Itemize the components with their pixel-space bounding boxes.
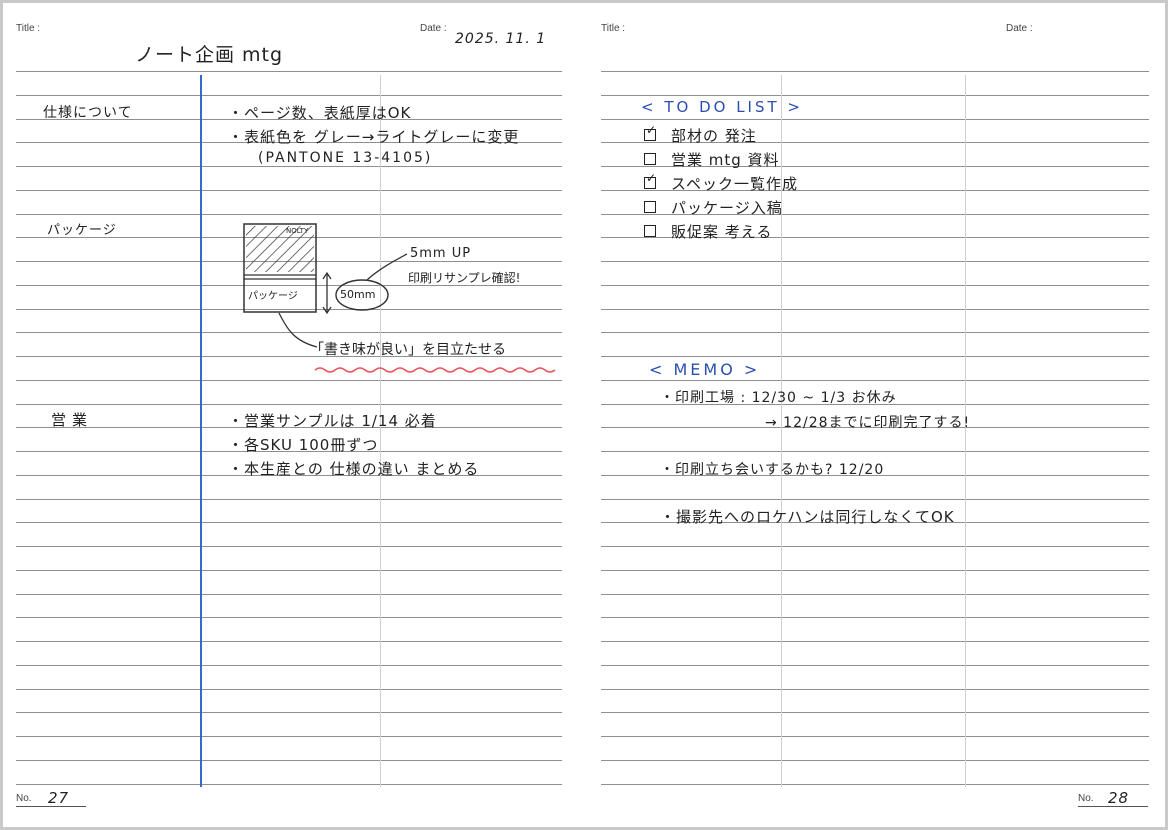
ruled-line bbox=[16, 617, 562, 619]
ruled-line bbox=[16, 546, 562, 547]
ruled-line bbox=[16, 379, 562, 381]
ruled-line bbox=[601, 118, 1149, 120]
sales-line: ・各SKU 100冊ずつ bbox=[228, 436, 379, 454]
todo-item: 部材の 発注 bbox=[671, 127, 757, 145]
ruled-line bbox=[601, 498, 1149, 500]
todo-item: 販促案 考える bbox=[671, 223, 773, 241]
ruled-line bbox=[601, 451, 1149, 452]
left-margin-line bbox=[200, 75, 202, 787]
ruled-line bbox=[16, 213, 562, 215]
dimension-label: 50mm bbox=[340, 288, 376, 301]
ruled-line bbox=[601, 593, 1149, 595]
page-title: ノート企画 mtg bbox=[135, 44, 284, 66]
ruled-line bbox=[601, 617, 1149, 619]
highlight-wave bbox=[314, 367, 556, 373]
todo-item: 営業 mtg 資料 bbox=[671, 151, 780, 169]
ruled-line bbox=[601, 356, 1149, 357]
ruled-line bbox=[601, 332, 1149, 334]
ruled-line bbox=[601, 641, 1149, 642]
ruled-line bbox=[601, 94, 1149, 96]
ruled-line bbox=[601, 71, 1149, 72]
ruled-line bbox=[16, 759, 562, 761]
ruled-line bbox=[16, 94, 562, 96]
ruled-line bbox=[16, 189, 562, 191]
ruled-line bbox=[16, 641, 562, 642]
page-number-underline bbox=[16, 806, 86, 807]
todo-checkbox[interactable] bbox=[644, 225, 656, 237]
memo-line: → 12/28までに印刷完了する! bbox=[765, 415, 971, 431]
sketch-note-2: 印刷リサンプレ確認! bbox=[408, 271, 521, 285]
page-date: 2025. 11. 1 bbox=[455, 31, 547, 47]
ruled-line bbox=[16, 783, 562, 785]
page-number-label: No. bbox=[16, 793, 32, 804]
ruled-line bbox=[601, 284, 1149, 286]
section-heading-spec: 仕様について bbox=[43, 105, 133, 121]
ruled-line bbox=[16, 664, 562, 666]
ruled-line bbox=[16, 712, 562, 714]
memo-line: ・撮影先へのロケハンは同行しなくてOK bbox=[660, 508, 955, 526]
section-heading-package: パッケージ bbox=[47, 223, 117, 238]
sketch-note-1: 5mm UP bbox=[410, 246, 472, 261]
ruled-line bbox=[601, 736, 1149, 737]
spec-line: ・表紙色を グレー→ライトグレーに変更 bbox=[228, 128, 520, 146]
memo-line: ・印刷立ち会いするかも? 12/20 bbox=[660, 462, 885, 478]
title-label: Title : bbox=[601, 23, 626, 34]
sales-line: ・営業サンプルは 1/14 必着 bbox=[228, 412, 437, 430]
notebook-spread: Title : Date : ノート企画 mtg 2025. 11. 1 仕様に… bbox=[3, 3, 1165, 827]
ruled-line bbox=[601, 759, 1149, 761]
spec-line: ・ページ数、表紙厚はOK bbox=[228, 104, 412, 122]
box-bottom-label: パッケージ bbox=[248, 291, 298, 302]
left-column-guide bbox=[380, 75, 381, 787]
todo-checkbox[interactable] bbox=[644, 153, 656, 165]
ruled-line bbox=[16, 403, 562, 405]
ruled-line bbox=[16, 71, 562, 72]
ruled-line bbox=[601, 379, 1149, 381]
page-number-label: No. bbox=[1078, 793, 1094, 804]
todo-heading: < TO DO LIST > bbox=[641, 98, 803, 116]
ruled-line bbox=[601, 308, 1149, 310]
todo-item: パッケージ入稿 bbox=[671, 199, 783, 217]
ruled-line bbox=[16, 522, 562, 524]
sales-line: ・本生産との 仕様の違い まとめる bbox=[228, 460, 480, 478]
ruled-line bbox=[16, 593, 562, 595]
title-label: Title : bbox=[16, 23, 41, 34]
ruled-line bbox=[601, 261, 1149, 262]
ruled-line bbox=[16, 166, 562, 167]
ruled-line bbox=[601, 712, 1149, 714]
ruled-line bbox=[601, 546, 1149, 547]
box-top-label: NOLTY bbox=[286, 227, 309, 235]
memo-heading: < MEMO > bbox=[649, 360, 761, 379]
ruled-line bbox=[16, 498, 562, 500]
ruled-line bbox=[16, 688, 562, 690]
section-heading-sales: 営業 bbox=[51, 411, 94, 429]
ruled-line bbox=[16, 736, 562, 737]
ruled-line bbox=[601, 664, 1149, 666]
todo-checkbox[interactable] bbox=[644, 171, 656, 189]
ruled-line bbox=[601, 783, 1149, 785]
memo-line: ・印刷工場 : 12/30 ~ 1/3 お休み bbox=[660, 390, 897, 406]
date-label: Date : bbox=[420, 23, 447, 34]
page-number-underline bbox=[1078, 806, 1148, 807]
page-number: 27 bbox=[48, 789, 70, 807]
ruled-line bbox=[16, 569, 562, 571]
todo-checkbox[interactable] bbox=[644, 201, 656, 213]
page-number: 28 bbox=[1108, 789, 1130, 807]
todo-item: スペック一覧作成 bbox=[671, 175, 798, 193]
ruled-line bbox=[601, 688, 1149, 690]
todo-checkbox[interactable] bbox=[644, 123, 656, 141]
package-caption: 「書き味が良い」を目立たせる bbox=[310, 342, 506, 358]
ruled-line bbox=[601, 569, 1149, 571]
spec-line: (PANTONE 13-4105) bbox=[258, 150, 433, 166]
date-label: Date : bbox=[1006, 23, 1033, 34]
